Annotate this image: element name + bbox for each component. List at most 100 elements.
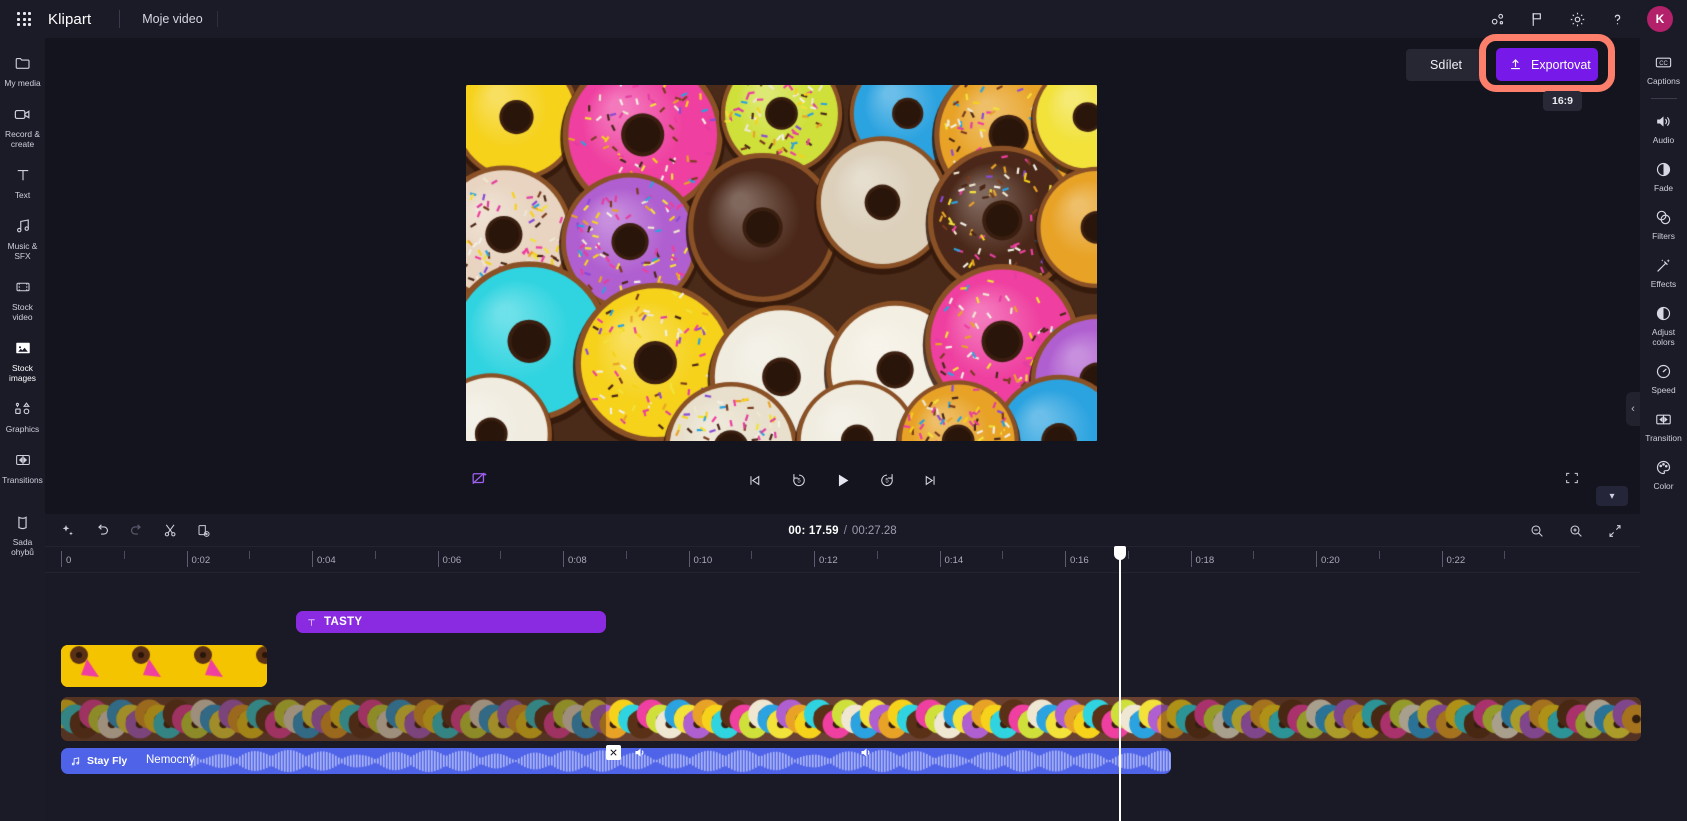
ruler-minor-tick <box>1002 551 1004 559</box>
export-button-label: Exportovat <box>1531 57 1591 72</box>
forward-5-icon[interactable]: 5 <box>875 467 899 493</box>
rail-item-transition[interactable]: Transition <box>1640 401 1687 449</box>
skip-start-icon[interactable] <box>743 467 767 493</box>
rail-item-captions[interactable]: CC Captions <box>1640 44 1687 92</box>
sidebar-item-music-sfx[interactable]: Music & SFX <box>0 207 45 268</box>
chevron-down-icon[interactable]: ▾ <box>1596 486 1628 506</box>
video-clip-volume-icon[interactable] <box>633 745 649 761</box>
upload-arrow-icon <box>1508 57 1523 72</box>
fullscreen-icon[interactable] <box>1564 470 1580 491</box>
svg-text:CC: CC <box>1659 60 1668 66</box>
sidebar-item-my-media[interactable]: My media <box>0 44 45 95</box>
stage-actions: Sdílet Exportovat <box>1406 34 1615 92</box>
transition-icon <box>2 450 43 470</box>
gear-icon[interactable] <box>1557 0 1597 38</box>
export-button[interactable]: Exportovat <box>1496 48 1598 81</box>
ruler-tick-label: 0:18 <box>1195 555 1215 566</box>
timecode-display: 00: 17.59 / 00:27.28 <box>788 514 896 547</box>
ruler-minor-tick <box>1127 551 1129 559</box>
project-name[interactable]: Moje video <box>142 12 202 26</box>
aspect-ratio-badge[interactable]: 16:9 <box>1542 91 1582 111</box>
zoom-out-icon[interactable] <box>1526 520 1548 542</box>
video-clip[interactable] <box>61 697 1641 741</box>
topbar-right-icons: K <box>1477 0 1687 38</box>
rail-item-color[interactable]: Color <box>1640 449 1687 497</box>
avatar[interactable]: K <box>1647 6 1673 32</box>
play-icon[interactable] <box>831 467 855 493</box>
image-clip[interactable] <box>61 645 267 687</box>
fit-arrows-icon[interactable] <box>1604 520 1626 542</box>
ruler-tick <box>688 551 690 567</box>
sidebar-item-label: Stock images <box>9 363 36 383</box>
scissors-icon[interactable] <box>159 520 181 542</box>
rail-item-adjust-colors[interactable]: Adjust colors <box>1640 295 1687 353</box>
palette-icon <box>1642 457 1685 477</box>
ruler-tick <box>939 551 941 567</box>
sidebar-item-label: Music & SFX <box>7 241 38 261</box>
ruler-tick-label: 0:20 <box>1321 555 1340 566</box>
sidebar-item-text[interactable]: Text <box>0 156 45 207</box>
rail-item-label: Transition <box>1645 433 1682 443</box>
clipchamp-video-editor: Klipart Moje video K My media Record & c… <box>0 0 1687 821</box>
timeline-toolbar: 00: 17.59 / 00:27.28 <box>45 514 1640 547</box>
rail-item-filters[interactable]: Filters <box>1640 199 1687 247</box>
ruler-minor-tick <box>249 551 251 559</box>
redo-arrow-icon[interactable] <box>125 520 147 542</box>
ruler-minor-tick <box>1378 551 1380 559</box>
auto-fit-magic-icon[interactable] <box>470 469 489 493</box>
sidebar-item-stock-images[interactable]: Stock images <box>0 329 45 390</box>
duplicate-icon[interactable] <box>193 520 215 542</box>
rail-item-audio[interactable]: Audio <box>1640 103 1687 151</box>
rail-item-fade[interactable]: Fade <box>1640 151 1687 199</box>
video-clip-volume-icon-2[interactable] <box>859 745 875 761</box>
sidebar-item-graphics[interactable]: Graphics <box>0 390 45 441</box>
text-clip-tasty[interactable]: TASTY <box>296 611 606 633</box>
filters-circles-icon <box>1642 207 1685 227</box>
flag-icon[interactable] <box>1517 0 1557 38</box>
timeline-ruler[interactable]: 0 0:02 0:04 0:06 0:08 0:10 0:12 0:14 0:16 0:18 0:2… <box>45 547 1640 573</box>
playhead[interactable] <box>1114 546 1126 821</box>
svg-text:5: 5 <box>797 479 801 485</box>
video-preview[interactable] <box>466 85 1097 441</box>
rail-item-label: Color <box>1653 481 1674 491</box>
app-launcher-icon[interactable] <box>0 0 48 38</box>
ruler-minor-tick <box>500 551 502 559</box>
left-sidebar: My media Record & create Text Music & SF… <box>0 38 45 821</box>
rewind-5-icon[interactable]: 5 <box>787 467 811 493</box>
playhead-knob[interactable] <box>1114 546 1126 560</box>
sidebar-item-sada-ohybu[interactable]: Sada ohybů <box>0 492 45 564</box>
topbar-divider <box>119 10 121 28</box>
sidebar-item-record-create[interactable]: Record & create <box>0 95 45 156</box>
rail-item-effects[interactable]: Effects <box>1640 247 1687 295</box>
chevron-left-icon[interactable]: ‹ <box>1626 392 1640 426</box>
split-handle-icon[interactable] <box>606 745 621 760</box>
brand-name: Klipart <box>48 10 92 28</box>
music-note-icon <box>70 756 81 767</box>
ruler-tick-label: 0:06 <box>442 555 462 566</box>
fade-circle-icon <box>1642 159 1685 179</box>
timeline-toolbar-left <box>57 514 215 547</box>
share-button[interactable]: Sdílet <box>1406 48 1486 81</box>
bend-pack-icon <box>2 512 43 532</box>
zoom-in-icon[interactable] <box>1565 520 1587 542</box>
timeline-tracks: TASTY Stay Fly Nemocný <box>45 546 1641 821</box>
undo-arrow-icon[interactable] <box>91 520 113 542</box>
help-icon[interactable] <box>1597 0 1637 38</box>
rail-item-label: Filters <box>1652 231 1675 241</box>
ruler-minor-tick <box>1504 551 1506 559</box>
rail-item-speed[interactable]: Speed <box>1640 353 1687 401</box>
sparkles-icon[interactable] <box>57 520 79 542</box>
text-icon <box>306 617 317 628</box>
sidebar-item-transitions[interactable]: Transitions <box>0 441 45 492</box>
closed-captions-icon: CC <box>1642 52 1685 72</box>
rail-item-label: Effects <box>1650 279 1677 289</box>
ruler-tick-label: 0:12 <box>819 555 838 566</box>
rail-divider <box>1650 98 1677 99</box>
preview-stage: Sdílet Exportovat 16:9 5 5 ▾ <box>45 34 1640 514</box>
share-nodes-icon[interactable] <box>1477 0 1517 38</box>
ruler-minor-tick <box>123 551 125 559</box>
skip-end-icon[interactable] <box>919 467 943 493</box>
folder-icon <box>2 53 43 73</box>
ruler-tick <box>61 551 62 567</box>
sidebar-item-stock-video[interactable]: Stock video <box>0 268 45 329</box>
